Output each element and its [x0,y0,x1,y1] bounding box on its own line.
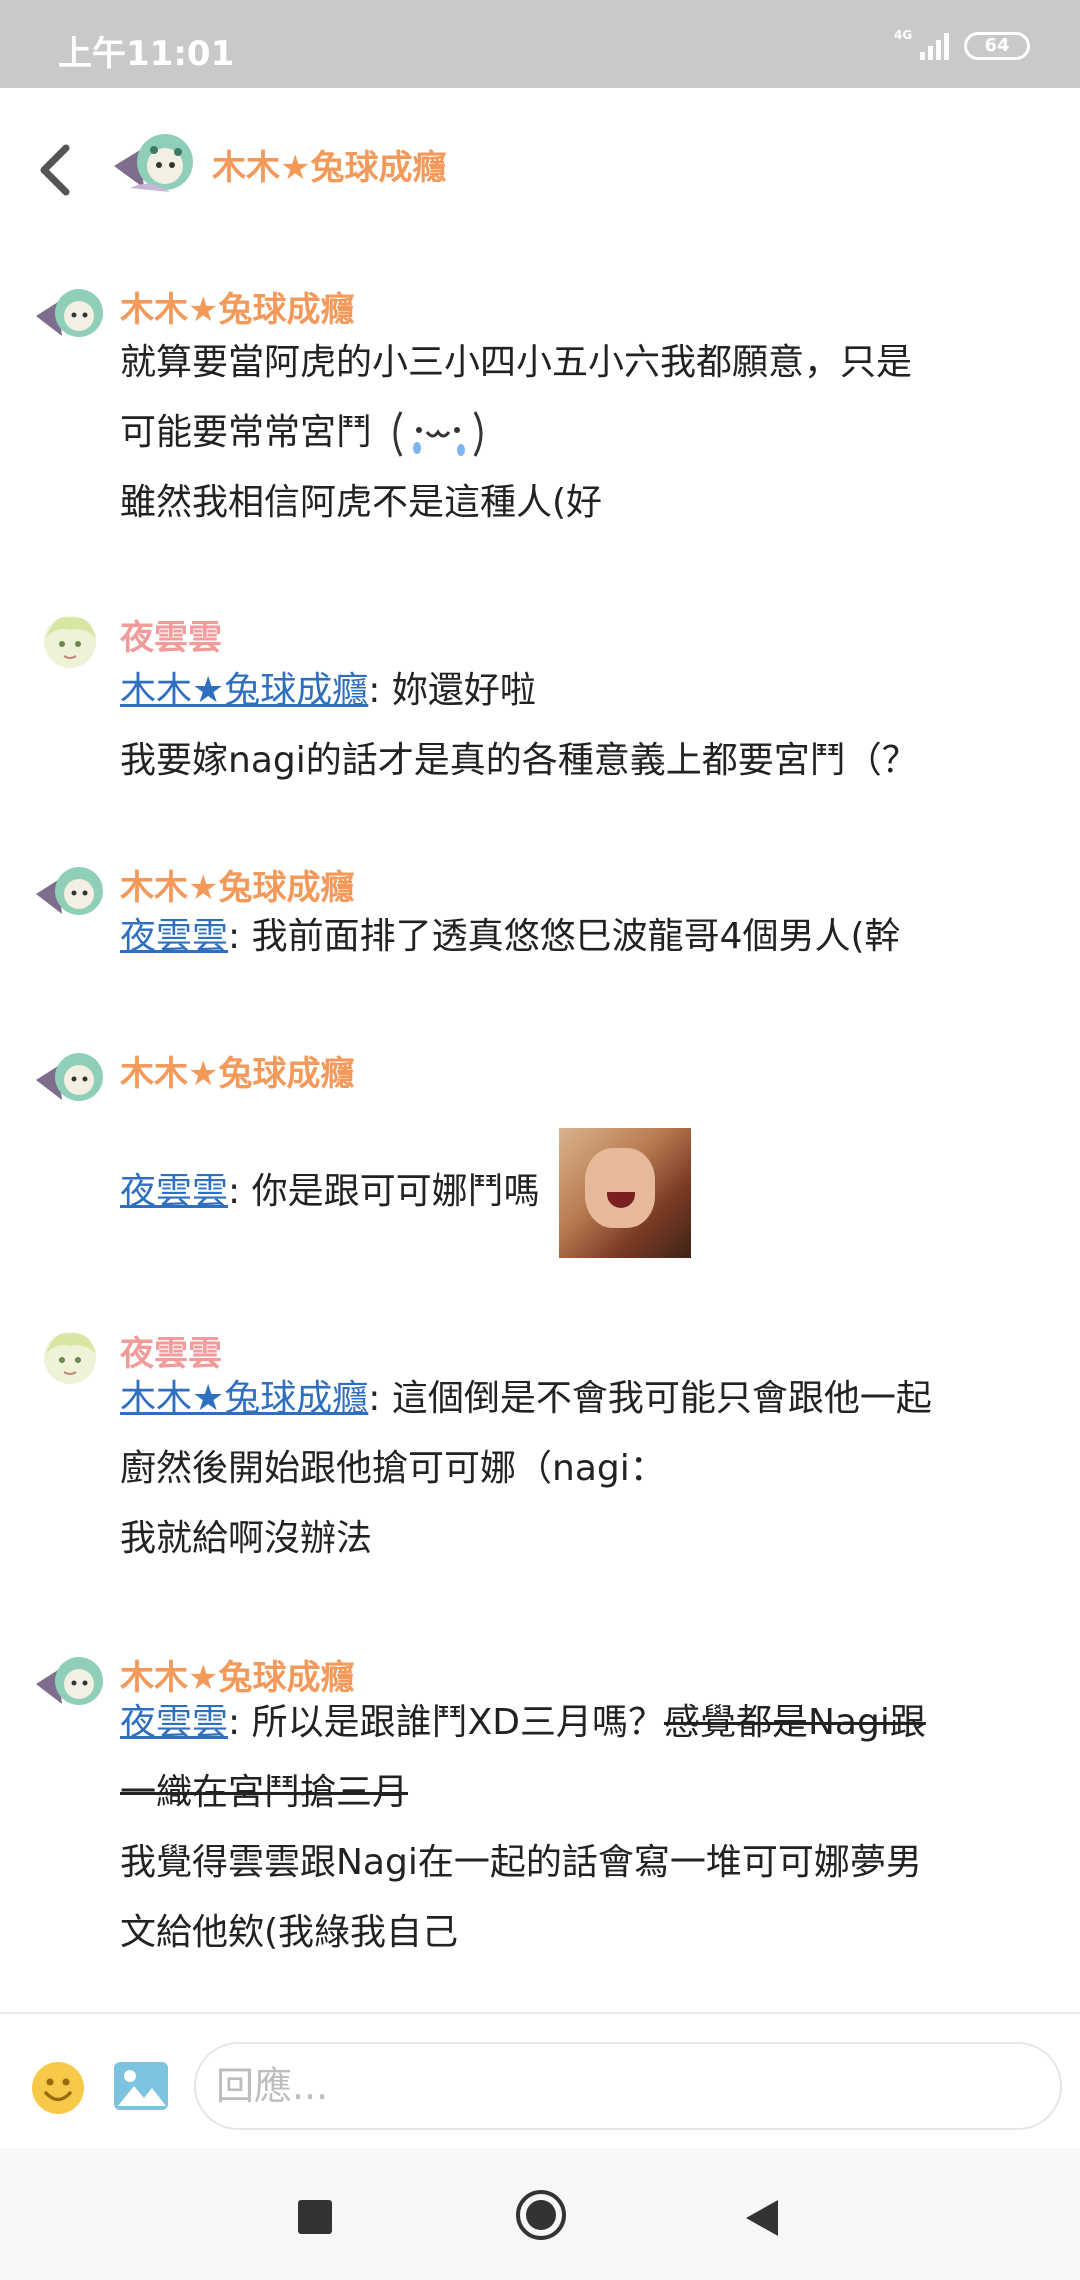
strikethrough-text: 感覺都是Nagi跟 [663,1702,926,1743]
message-body: 就算要當阿虎的小三小四小五小六我都願意，只是 可能要常常宮鬥 雖然我相信阿虎不是… [120,328,1050,538]
message-body: 夜雲雲: 所以是跟誰鬥XD三月嗎？感覺都是Nagi跟 一織在宮鬥搶三月 我覺得雲… [120,1688,1050,1968]
message-line: 我覺得雲雲跟Nagi在一起的話會寫一堆可可娜夢男 [120,1842,922,1883]
status-bar: 上午11:01 4G 64 [0,0,1080,88]
image-icon[interactable] [112,2058,170,2114]
message-body: 木木★兔球成癮: 這個倒是不會我可能只會跟他一起 廚然後開始跟他搶可可娜（nag… [120,1364,1050,1574]
mention-link[interactable]: 木木★兔球成癮 [120,1378,368,1419]
photo-sticker[interactable] [559,1128,692,1258]
battery-icon: 64 [964,32,1030,60]
sender-name[interactable]: 夜雲雲 [120,610,222,659]
chat-header: 木木★兔球成癮 [0,88,1080,238]
strikethrough-line: 一織在宮鬥搶三月 [120,1772,409,1813]
avatar[interactable] [34,284,106,344]
message-line: 雖然我相信阿虎不是這種人(好 [120,482,603,523]
message-text: : 我前面排了透真悠悠巳波龍哥4個男人(幹 [228,916,901,957]
message-line: 夜雲雲: 所以是跟誰鬥XD三月嗎？感覺都是Nagi跟 [120,1688,1050,1758]
system-nav-bar [0,2148,1080,2280]
reply-placeholder: 回應... [216,2064,329,2108]
chevron-left-icon[interactable] [36,140,76,200]
photo-face [585,1148,656,1228]
sender-name[interactable]: 木木★兔球成癮 [120,282,354,331]
home-button[interactable] [514,2188,568,2242]
message-line: 廚然後開始跟他搶可可娜（nagi： [120,1448,666,1489]
message-line: 夜雲雲: 我前面排了透真悠悠巳波龍哥4個男人(幹 [120,902,1050,972]
message-body: 夜雲雲: 你是跟可可娜鬥嗎 [120,1122,1050,1262]
avatar[interactable] [34,1328,106,1388]
avatar[interactable] [34,1652,106,1712]
emoji-icon[interactable] [30,2060,86,2116]
message-body: 木木★兔球成癮: 妳還好啦 我要嫁nagi的話才是真的各種意義上都要宮鬥（？ [120,656,1050,796]
message-text: 可能要常常宮鬥 [120,412,373,453]
mention-link[interactable]: 夜雲雲 [120,1702,228,1743]
message-text: : 你是跟可可娜鬥嗎 [228,1171,540,1212]
message-line: 我要嫁nagi的話才是真的各種意義上都要宮鬥（？ [120,740,918,781]
reply-bar: 回應... [0,2014,1080,2144]
mention-link[interactable]: 夜雲雲 [120,1171,228,1212]
battery-level: 64 [984,35,1010,56]
recent-apps-button[interactable] [298,2200,332,2234]
mention-link[interactable]: 木木★兔球成癮 [120,670,368,711]
avatar[interactable] [34,612,106,672]
sender-name[interactable]: 木木★兔球成癮 [120,1046,354,1095]
message-text: : 所以是跟誰鬥XD三月嗎？ [228,1702,664,1743]
avatar[interactable] [34,862,106,922]
avatar[interactable] [110,128,200,198]
chat-title: 木木★兔球成癮 [212,148,447,188]
message-line: 文給他欸(我綠我自己 [120,1912,459,1953]
message-line: 木木★兔球成癮: 妳還好啦 [120,656,1050,726]
signal-icon [920,33,949,60]
message-line: 可能要常常宮鬥 [120,398,1050,468]
mention-link[interactable]: 夜雲雲 [120,916,228,957]
message-line: 木木★兔球成癮: 這個倒是不會我可能只會跟他一起 [120,1364,1050,1434]
message-text: : 妳還好啦 [368,670,536,711]
status-time: 上午11:01 [58,34,235,74]
message-text: : 這個倒是不會我可能只會跟他一起 [368,1378,932,1419]
kaomoji-sticker [393,411,483,457]
reply-input[interactable]: 回應... [194,2042,1062,2130]
message-line: 我就給啊沒辦法 [120,1518,373,1559]
message-body: 夜雲雲: 我前面排了透真悠悠巳波龍哥4個男人(幹 [120,902,1050,972]
message-line: 就算要當阿虎的小三小四小五小六我都願意，只是 [120,342,913,383]
back-button[interactable] [742,2196,782,2240]
network-type: 4G [894,28,913,42]
message-line: 夜雲雲: 你是跟可可娜鬥嗎 [120,1122,1050,1262]
avatar[interactable] [34,1048,106,1108]
